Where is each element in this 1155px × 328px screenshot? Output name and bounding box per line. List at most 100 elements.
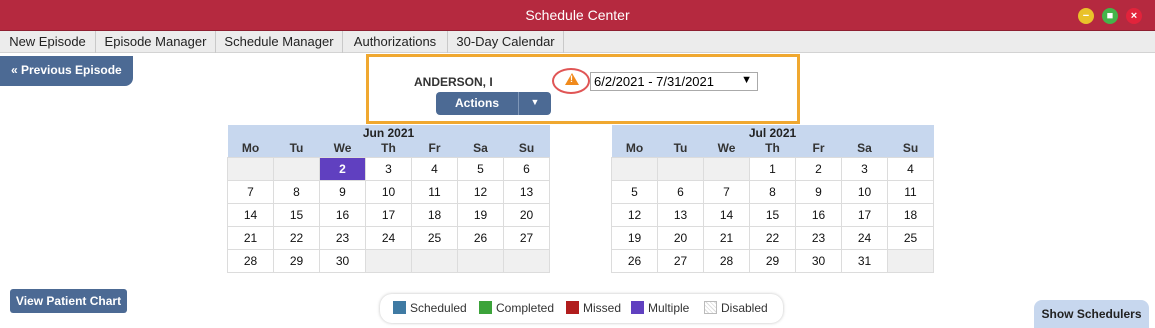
calendar-day[interactable]: 27: [657, 248, 704, 273]
calendar-day[interactable]: 30: [319, 248, 366, 273]
calendar-day[interactable]: 24: [841, 225, 888, 250]
menu-schedule-manager[interactable]: Schedule Manager: [216, 31, 343, 53]
disabled-swatch: [704, 301, 717, 314]
calendar-day[interactable]: 22: [749, 225, 796, 250]
calendar-day[interactable]: 16: [795, 202, 842, 227]
calendar-day[interactable]: 17: [841, 202, 888, 227]
calendar-day[interactable]: 11: [887, 179, 934, 204]
calendar-day[interactable]: 8: [749, 179, 796, 204]
calendar-day[interactable]: 19: [457, 202, 504, 227]
previous-episode-button[interactable]: « Previous Episode: [0, 56, 133, 86]
calendar-day[interactable]: 24: [365, 225, 412, 250]
calendar-empty-cell: [503, 248, 550, 273]
calendar-empty-cell: [227, 156, 274, 181]
calendar-day[interactable]: 10: [841, 179, 888, 204]
calendar-day[interactable]: 5: [611, 179, 658, 204]
weekday-header: Sa: [841, 140, 888, 157]
calendar-day[interactable]: 4: [411, 156, 458, 181]
calendar-day[interactable]: 17: [365, 202, 412, 227]
weekday-header: Fr: [411, 140, 458, 157]
calendar-day[interactable]: 15: [273, 202, 320, 227]
actions-button[interactable]: Actions ▼: [436, 92, 551, 115]
view-patient-chart-button[interactable]: View Patient Chart: [10, 289, 127, 313]
calendar-day[interactable]: 18: [887, 202, 934, 227]
episode-select-value: 6/2/2021 - 7/31/2021: [594, 74, 714, 89]
calendar-month-title: Jul 2021: [611, 125, 934, 140]
calendar-day[interactable]: 3: [365, 156, 412, 181]
calendar-day[interactable]: 28: [227, 248, 274, 273]
menu-episode-manager[interactable]: Episode Manager: [96, 31, 216, 53]
calendar-day[interactable]: 25: [411, 225, 458, 250]
calendar-month-title: Jun 2021: [227, 125, 550, 140]
calendar-day[interactable]: 18: [411, 202, 458, 227]
calendar-day[interactable]: 4: [887, 156, 934, 181]
calendar-day[interactable]: 1: [749, 156, 796, 181]
close-button[interactable]: ×: [1126, 8, 1142, 24]
calendar-day[interactable]: 9: [319, 179, 366, 204]
calendar-day[interactable]: 7: [703, 179, 750, 204]
actions-dropdown-chevron-icon[interactable]: ▼: [518, 92, 551, 115]
calendar-day[interactable]: 6: [657, 179, 704, 204]
calendar-day[interactable]: 28: [703, 248, 750, 273]
minimize-button[interactable]: −: [1078, 8, 1094, 24]
calendar-day[interactable]: 25: [887, 225, 934, 250]
calendar-empty-cell: [365, 248, 412, 273]
weekday-header: Th: [365, 140, 412, 157]
chevron-down-icon: ▼: [741, 74, 752, 86]
calendar-day[interactable]: 26: [457, 225, 504, 250]
calendar-day[interactable]: 29: [749, 248, 796, 273]
legend-label: Multiple: [648, 301, 690, 315]
calendar-day[interactable]: 26: [611, 248, 658, 273]
calendar-day[interactable]: 23: [319, 225, 366, 250]
maximize-button[interactable]: ■: [1102, 8, 1118, 24]
calendar-day[interactable]: 23: [795, 225, 842, 250]
calendar-day[interactable]: 12: [457, 179, 504, 204]
weekday-header: Mo: [227, 140, 274, 157]
calendar-day[interactable]: 21: [703, 225, 750, 250]
calendar-day[interactable]: 31: [841, 248, 888, 273]
calendar-day[interactable]: 3: [841, 156, 888, 181]
calendar-day[interactable]: 19: [611, 225, 658, 250]
warning-exclamation: !: [570, 74, 573, 84]
missed-swatch: [566, 301, 579, 314]
multiple-swatch: [631, 301, 644, 314]
calendar-day[interactable]: 10: [365, 179, 412, 204]
calendar-day[interactable]: 22: [273, 225, 320, 250]
actions-label: Actions: [454, 96, 499, 110]
calendar-day[interactable]: 8: [273, 179, 320, 204]
calendar-day[interactable]: 16: [319, 202, 366, 227]
menu-authorizations[interactable]: Authorizations: [343, 31, 448, 53]
calendar-day[interactable]: 13: [657, 202, 704, 227]
menu-30-day-calendar[interactable]: 30-Day Calendar: [448, 31, 564, 53]
patient-name: ANDERSON, I: [414, 75, 493, 89]
calendar-day[interactable]: 30: [795, 248, 842, 273]
calendar-day[interactable]: 27: [503, 225, 550, 250]
calendar-day[interactable]: 6: [503, 156, 550, 181]
calendar-day[interactable]: 2: [795, 156, 842, 181]
menu-new-episode[interactable]: New Episode: [0, 31, 96, 53]
legend-label: Scheduled: [410, 301, 467, 315]
calendar-day[interactable]: 14: [703, 202, 750, 227]
calendar-day[interactable]: 14: [227, 202, 274, 227]
show-schedulers-button[interactable]: Show Schedulers: [1034, 300, 1149, 328]
calendar-day[interactable]: 21: [227, 225, 274, 250]
weekday-header: Fr: [795, 140, 842, 157]
calendar-day[interactable]: 15: [749, 202, 796, 227]
calendar-day[interactable]: 12: [611, 202, 658, 227]
calendar-day[interactable]: 20: [503, 202, 550, 227]
calendar-day[interactable]: 7: [227, 179, 274, 204]
weekday-header: Su: [887, 140, 934, 157]
episode-select[interactable]: 6/2/2021 - 7/31/2021 ▼: [590, 72, 758, 91]
calendar-day[interactable]: 29: [273, 248, 320, 273]
calendar-day-multiple[interactable]: 2: [319, 156, 366, 181]
calendar-june: Jun 2021 Mo Tu We Th Fr Sa Su 2 3 4 5 6 …: [227, 125, 550, 273]
calendar-day[interactable]: 20: [657, 225, 704, 250]
calendar-day[interactable]: 11: [411, 179, 458, 204]
calendar-day[interactable]: 9: [795, 179, 842, 204]
weekday-header: Tu: [273, 140, 320, 157]
calendar-day[interactable]: 5: [457, 156, 504, 181]
weekday-header: We: [703, 140, 750, 157]
calendar-empty-cell: [657, 156, 704, 181]
legend-label: Disabled: [721, 301, 768, 315]
calendar-day[interactable]: 13: [503, 179, 550, 204]
